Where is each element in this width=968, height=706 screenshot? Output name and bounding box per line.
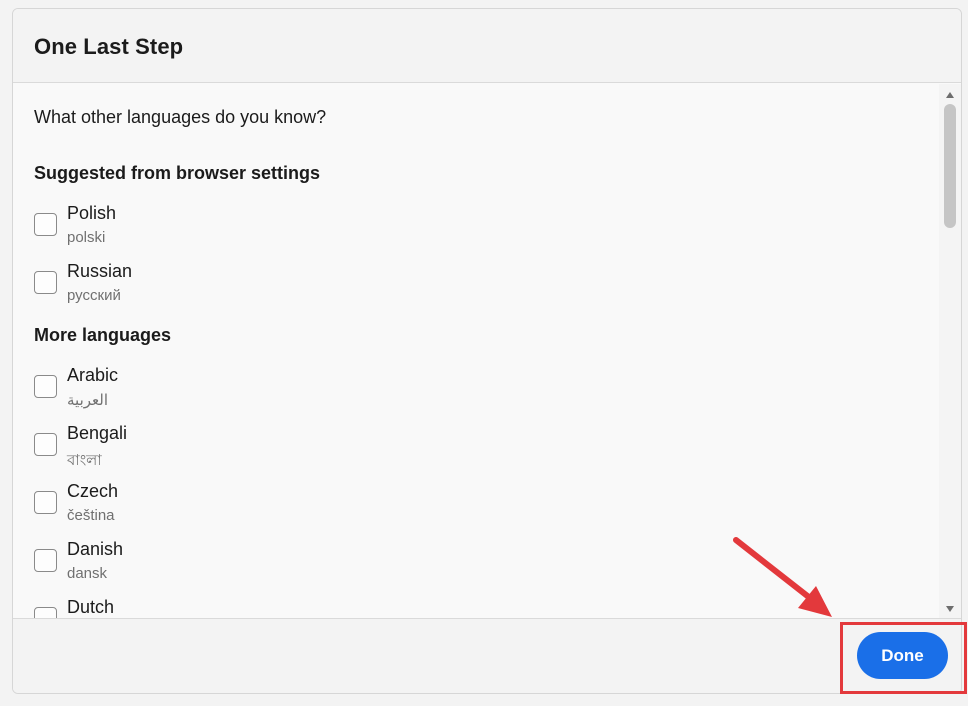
russian-checkbox[interactable] bbox=[34, 271, 57, 294]
done-button[interactable]: Done bbox=[857, 632, 948, 679]
language-option-russian[interactable]: Russian русский bbox=[34, 261, 434, 313]
danish-checkbox[interactable] bbox=[34, 549, 57, 572]
arabic-checkbox[interactable] bbox=[34, 375, 57, 398]
language-option-czech[interactable]: Czech čeština bbox=[34, 481, 434, 533]
language-native-name: العربية bbox=[67, 392, 108, 409]
language-name: Russian bbox=[67, 261, 133, 281]
language-native-name: čeština bbox=[67, 507, 115, 524]
language-name: Danish bbox=[67, 539, 124, 559]
more-languages-heading: More languages bbox=[34, 325, 172, 345]
language-name: Czech bbox=[67, 481, 119, 501]
language-name: Bengali bbox=[67, 423, 128, 443]
language-dialog: One Last Step What other languages do yo… bbox=[12, 8, 962, 694]
content-scrollbar[interactable] bbox=[939, 84, 961, 620]
dialog-header: One Last Step bbox=[13, 9, 961, 83]
question-text: What other languages do you know? bbox=[34, 107, 327, 127]
bengali-checkbox[interactable] bbox=[34, 433, 57, 456]
scroll-up-arrow-icon[interactable] bbox=[946, 92, 954, 98]
language-name: Dutch bbox=[67, 597, 115, 617]
suggested-heading: Suggested from browser settings bbox=[34, 163, 321, 183]
language-native-name: বাংলা bbox=[67, 452, 102, 469]
dialog-title: One Last Step bbox=[34, 34, 184, 59]
language-option-polish[interactable]: Polish polski bbox=[34, 203, 434, 255]
dialog-footer: Done bbox=[13, 618, 961, 693]
scroll-down-arrow-icon[interactable] bbox=[946, 606, 954, 612]
czech-checkbox[interactable] bbox=[34, 491, 57, 514]
language-name: Arabic bbox=[67, 365, 119, 385]
scroll-thumb[interactable] bbox=[944, 104, 956, 228]
language-native-name: русский bbox=[67, 287, 121, 304]
language-option-bengali[interactable]: Bengali বাংলা bbox=[34, 423, 434, 475]
language-native-name: dansk bbox=[67, 565, 108, 582]
language-option-arabic[interactable]: Arabic العربية bbox=[34, 365, 434, 417]
dialog-content[interactable]: What other languages do you know? Sugges… bbox=[13, 84, 939, 620]
language-option-dutch[interactable]: Dutch bbox=[34, 597, 434, 620]
language-option-danish[interactable]: Danish dansk bbox=[34, 539, 434, 591]
language-native-name: polski bbox=[67, 229, 106, 246]
polish-checkbox[interactable] bbox=[34, 213, 57, 236]
language-name: Polish bbox=[67, 203, 117, 223]
